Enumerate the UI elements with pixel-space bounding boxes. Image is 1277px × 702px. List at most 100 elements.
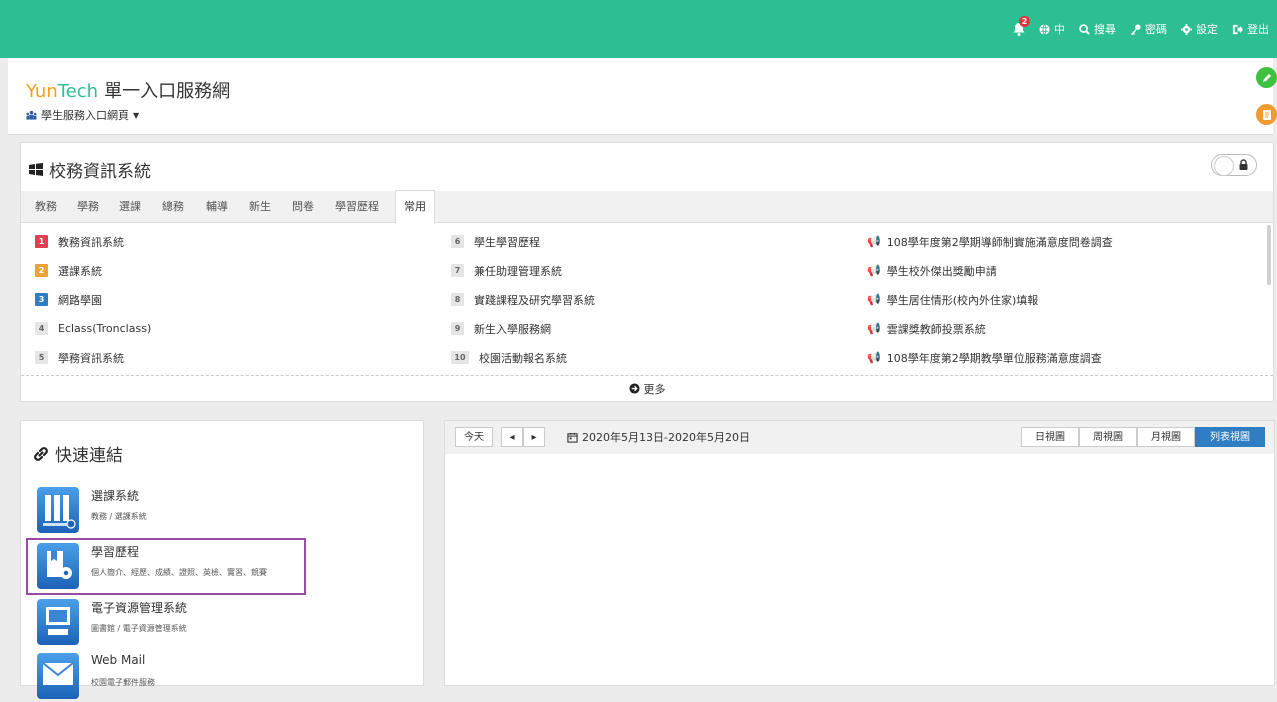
top-bar: 2 中 搜尋 密碼 設定 登出 (0, 0, 1277, 58)
quick-link-course-selection[interactable]: 選課系統 教務 / 選課系統 (37, 483, 417, 535)
list-item[interactable]: 2 選課系統 (35, 256, 151, 285)
settings-button[interactable]: 設定 (1181, 21, 1218, 37)
edit-float-button[interactable] (1256, 67, 1277, 88)
vertical-scrollbar[interactable] (1267, 225, 1271, 285)
portal-label: 學生服務入口網頁 (41, 109, 129, 122)
toggle-knob (1214, 156, 1234, 176)
quick-link-title: 電子資源管理系統 (91, 601, 188, 615)
tab-learning-portfolio[interactable]: 學習歷程 (335, 191, 379, 222)
list-item[interactable]: 1 教務資訊系統 (35, 227, 151, 256)
monitor-icon (37, 599, 79, 645)
item-label: 學生學習歷程 (474, 235, 540, 249)
list-item[interactable]: 7 兼任助理管理系統 (451, 256, 595, 285)
course-selection-icon (37, 487, 79, 533)
tab-common[interactable]: 常用 (395, 190, 435, 224)
list-item[interactable]: 9 新生入學服務網 (451, 314, 595, 343)
prev-button[interactable]: ◂ (501, 427, 523, 447)
date-range: 2020年5月13日-2020年5月20日 (567, 429, 750, 445)
item-number: 3 (35, 293, 48, 306)
logout-label: 登出 (1247, 23, 1269, 36)
tab-survey[interactable]: 問卷 (292, 191, 314, 222)
highlight-box (26, 538, 306, 595)
mail-icon (37, 653, 79, 699)
brand-tech: Tech (57, 81, 99, 102)
item-label: 學務資訊系統 (58, 351, 124, 365)
item-label: 選課系統 (58, 264, 102, 278)
tab-student-affairs[interactable]: 學務 (77, 191, 99, 222)
site-header: YunTech 單一入口服務網 學生服務入口網頁 ▼ (8, 58, 1273, 135)
tab-counseling[interactable]: 輔導 (206, 191, 228, 222)
list-item[interactable]: 8 實踐課程及研究學習系統 (451, 285, 595, 314)
announcement-column: 📢 108學年度第2學期導師制實施滿意度問卷調查 📢 學生校外傑出獎勵申請 📢 學生居… (867, 227, 1113, 372)
search-label: 搜尋 (1094, 23, 1116, 36)
tab-course-selection[interactable]: 選課 (119, 191, 141, 222)
announcement-label: 學生居住情形(校內外住家)填報 (886, 293, 1039, 307)
list-item[interactable]: 4 Eclass(Tronclass) (35, 314, 151, 343)
caret-right-icon: ▸ (531, 432, 537, 443)
caret-left-icon: ◂ (509, 432, 515, 443)
item-number: 5 (35, 351, 48, 364)
quick-link-e-resources[interactable]: 電子資源管理系統 圖書館 / 電子資源管理系統 (37, 595, 417, 647)
list-item[interactable]: 5 學務資訊系統 (35, 343, 151, 372)
quick-link-title: 選課系統 (91, 489, 140, 503)
item-label: Eclass(Tronclass) (58, 322, 152, 335)
tab-freshman[interactable]: 新生 (249, 191, 271, 222)
lock-toggle[interactable] (1211, 154, 1257, 176)
day-view-button[interactable]: 日視圖 (1021, 427, 1079, 447)
announcement-item[interactable]: 📢 學生校外傑出獎勵申請 (867, 256, 1113, 285)
language-button[interactable]: 中 (1039, 21, 1065, 37)
item-label: 兼任助理管理系統 (474, 264, 562, 278)
item-label: 實踐課程及研究學習系統 (474, 293, 595, 307)
notification-badge: 2 (1019, 16, 1030, 27)
month-view-button[interactable]: 月視圖 (1137, 427, 1195, 447)
portal-dropdown[interactable]: 學生服務入口網頁 ▼ (26, 107, 139, 123)
quick-link-web-mail[interactable]: Web Mail 校園電子郵件服務 (37, 649, 417, 701)
announcement-item[interactable]: 📢 雲課獎教師投票系統 (867, 314, 1113, 343)
item-number: 9 (451, 322, 464, 335)
brand-yun: Yun (26, 81, 58, 102)
link-icon (34, 446, 48, 461)
item-number: 1 (35, 235, 48, 248)
clipboard-icon (1262, 110, 1271, 120)
calendar-toolbar: 今天 ◂ ▸ 2020年5月13日-2020年5月20日 日視圖 周視圖 月視圖… (445, 421, 1274, 454)
announcement-item[interactable]: 📢 學生居住情形(校內外住家)填報 (867, 285, 1113, 314)
quick-link-subtitle: 教務 / 選課系統 (91, 512, 147, 521)
password-button[interactable]: 密碼 (1130, 21, 1167, 37)
site-brand[interactable]: YunTech 單一入口服務網 (26, 77, 230, 103)
system-column-2: 6 學生學習歷程 7 兼任助理管理系統 8 實踐課程及研究學習系統 9 新生入學服務網 … (451, 227, 595, 372)
calendar-panel: 今天 ◂ ▸ 2020年5月13日-2020年5月20日 日視圖 周視圖 月視圖… (444, 420, 1275, 686)
tab-academic[interactable]: 教務 (35, 191, 57, 222)
tab-general-affairs[interactable]: 總務 (162, 191, 184, 222)
list-view-button[interactable]: 列表視圖 (1195, 427, 1265, 447)
list-item[interactable]: 10 校園活動報名系統 (451, 343, 595, 372)
more-button[interactable]: 更多 (21, 375, 1273, 401)
logout-button[interactable]: 登出 (1232, 21, 1269, 37)
megaphone-icon: 📢 (867, 293, 881, 306)
search-button[interactable]: 搜尋 (1079, 21, 1116, 37)
item-label: 校園活動報名系統 (479, 351, 567, 365)
item-number: 7 (451, 264, 464, 277)
list-item[interactable]: 6 學生學習歷程 (451, 227, 595, 256)
next-button[interactable]: ▸ (523, 427, 545, 447)
note-float-button[interactable] (1256, 104, 1277, 125)
announcement-item[interactable]: 📢 108學年度第2學期教學單位服務滿意度調查 (867, 343, 1113, 372)
quick-link-subtitle: 圖書館 / 電子資源管理系統 (91, 624, 187, 633)
today-button[interactable]: 今天 (455, 427, 493, 447)
system-column-1: 1 教務資訊系統 2 選課系統 3 網路學園 4 Eclass(Tronclass) 5… (35, 227, 151, 372)
item-label: 新生入學服務網 (474, 322, 551, 336)
item-number: 8 (451, 293, 464, 306)
caret-down-icon: ▼ (133, 110, 140, 120)
week-view-button[interactable]: 周視圖 (1079, 427, 1137, 447)
password-label: 密碼 (1145, 23, 1167, 36)
quick-link-title: Web Mail (91, 653, 146, 667)
announcement-label: 108學年度第2學期導師制實施滿意度問卷調查 (886, 235, 1113, 249)
date-range-text: 2020年5月13日-2020年5月20日 (582, 431, 750, 444)
list-item[interactable]: 3 網路學園 (35, 285, 151, 314)
system-link-list: 1 教務資訊系統 2 選課系統 3 網路學園 4 Eclass(Tronclass) 5… (21, 223, 1261, 373)
announcement-item[interactable]: 📢 108學年度第2學期導師制實施滿意度問卷調查 (867, 227, 1113, 256)
bell-icon: 2 (1013, 16, 1030, 36)
notification-button[interactable]: 2 (1013, 16, 1030, 36)
key-icon (1130, 23, 1141, 35)
item-number: 4 (35, 322, 48, 335)
megaphone-icon: 📢 (867, 322, 881, 335)
